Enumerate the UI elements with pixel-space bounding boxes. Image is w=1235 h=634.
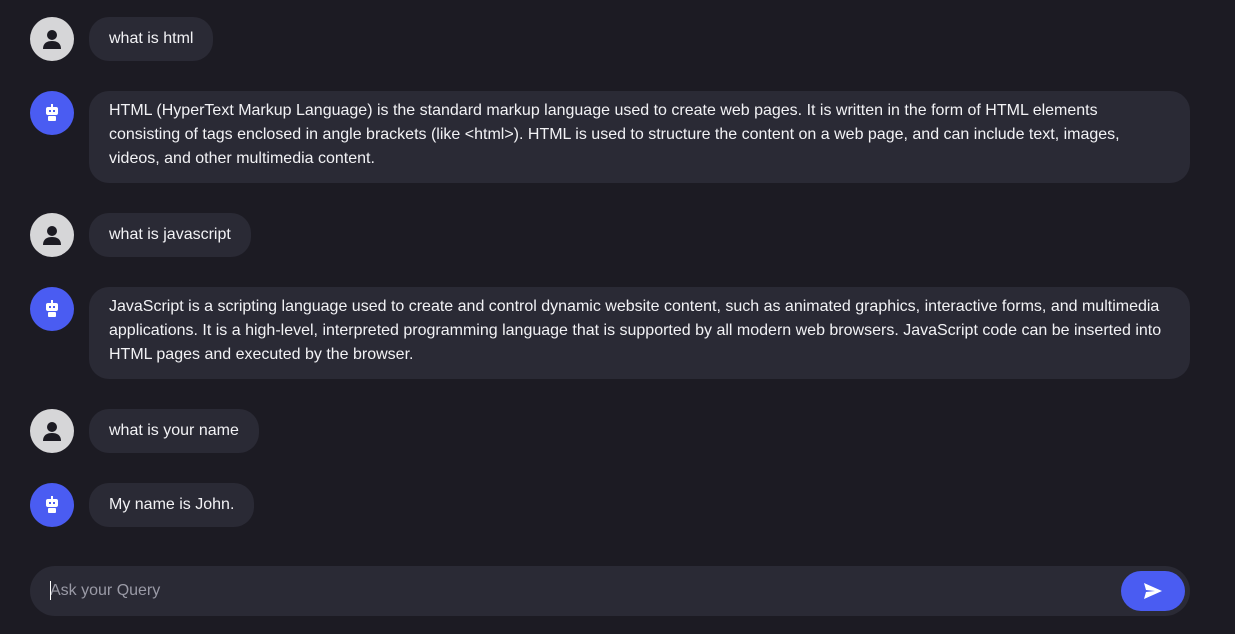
query-input[interactable] [50,566,1110,616]
user-message: what is html [30,17,214,61]
user-message: what is javascript [30,213,251,257]
message-bubble: what is javascript [89,213,251,257]
composer [30,566,1190,616]
bot-avatar [30,91,74,135]
message-bubble: My name is John. [89,483,255,527]
bot-avatar [30,483,74,527]
bot-message: JavaScript is a scripting language used … [30,287,1190,379]
user-message: what is your name [30,409,259,453]
message-bubble: what is your name [89,409,259,453]
user-avatar [30,409,74,453]
user-icon [43,422,61,441]
send-icon [1144,583,1162,599]
send-button[interactable] [1121,571,1185,611]
bot-avatar [30,287,74,331]
user-avatar [30,213,74,257]
bot-message: My name is John. [30,483,255,527]
chat-history: what is html HTML (HyperText Markup Lang… [0,0,1235,550]
user-icon [43,30,61,49]
robot-icon [46,104,58,121]
robot-icon [46,496,58,513]
text-caret [50,581,51,600]
message-bubble: what is html [89,17,214,61]
bot-message: HTML (HyperText Markup Language) is the … [30,91,1190,183]
user-avatar [30,17,74,61]
message-bubble: HTML (HyperText Markup Language) is the … [89,91,1190,183]
user-icon [43,226,61,245]
robot-icon [46,300,58,317]
message-bubble: JavaScript is a scripting language used … [89,287,1190,379]
